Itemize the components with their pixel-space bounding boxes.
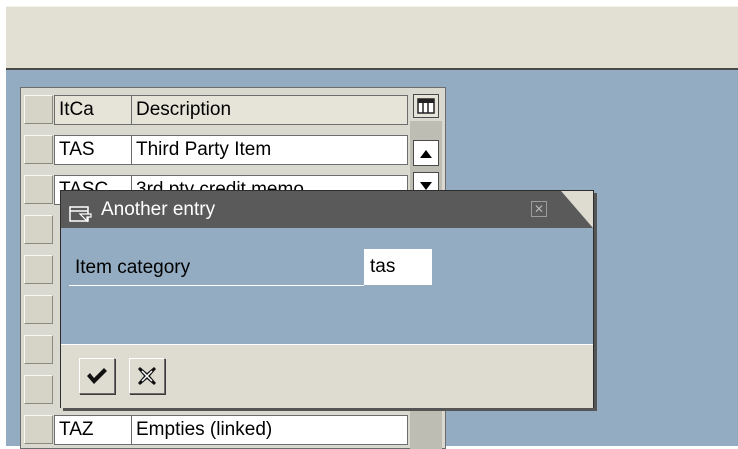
- scroll-up-button[interactable]: [413, 140, 439, 166]
- table-row[interactable]: TAZ Empties (linked): [21, 414, 445, 446]
- arrow-down-icon: [420, 182, 432, 190]
- continue-button[interactable]: [79, 358, 115, 394]
- column-header-description[interactable]: Description: [132, 95, 408, 125]
- cancel-button[interactable]: [129, 358, 165, 394]
- row-selector[interactable]: [24, 335, 53, 364]
- dialog-button-bar: [61, 344, 593, 408]
- close-icon[interactable]: ✕: [531, 201, 547, 217]
- column-header-itca[interactable]: ItCa: [54, 95, 132, 125]
- row-selector[interactable]: [24, 375, 53, 404]
- row-description: Empties (linked): [132, 415, 408, 445]
- table-row[interactable]: TAS Third Party Item: [21, 134, 445, 166]
- row-selector[interactable]: [24, 215, 53, 244]
- select-all-button[interactable]: [24, 95, 53, 124]
- checkmark-icon: [87, 368, 107, 384]
- arrow-up-icon: [420, 150, 432, 158]
- field-underline: [69, 285, 364, 286]
- dialog-title-bar[interactable]: Another entry ✕: [61, 191, 593, 228]
- row-description: Third Party Item: [132, 135, 408, 165]
- another-entry-dialog: Another entry ✕ Item category: [60, 190, 594, 408]
- row-selector[interactable]: [24, 255, 53, 284]
- row-selector[interactable]: [24, 415, 53, 444]
- cancel-x-icon: [138, 367, 156, 385]
- dialog-window-icon: [69, 200, 93, 228]
- table-header-row: ItCa Description: [21, 94, 445, 126]
- row-selector[interactable]: [24, 295, 53, 324]
- row-code: TAS: [54, 135, 132, 165]
- row-selector[interactable]: [24, 135, 53, 164]
- application-toolbar: [6, 6, 738, 69]
- row-selector[interactable]: [24, 175, 53, 204]
- dialog-title: Another entry: [101, 199, 216, 220]
- row-code: TAZ: [54, 415, 132, 445]
- column-config-icon[interactable]: [413, 94, 439, 118]
- item-category-input[interactable]: [364, 249, 432, 285]
- item-category-label: Item category: [75, 257, 191, 278]
